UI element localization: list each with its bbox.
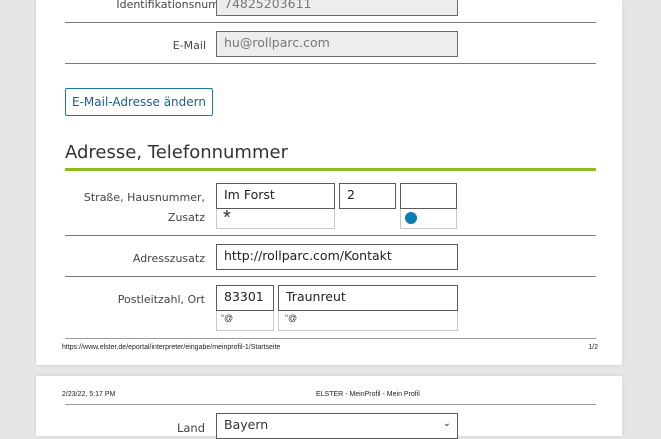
asterisk-icon: * (223, 207, 231, 229)
country-select[interactable]: Bayern ⌄ (216, 413, 458, 439)
house-suffix-extra-box (400, 209, 457, 229)
city-extra-box: “@ (278, 311, 458, 331)
print-title: ELSTER - MeinProfil - Mein Profil (316, 391, 420, 398)
divider (65, 63, 596, 64)
house-number-input[interactable]: 2 (339, 183, 396, 209)
street-label-suffix: Zusatz (167, 211, 205, 224)
email-field[interactable]: hu@rollparc.com (216, 31, 458, 57)
divider (65, 235, 596, 236)
street-extra-box: * (216, 207, 335, 229)
divider (65, 404, 596, 405)
country-label: Land (176, 421, 205, 435)
section-accent-bar (65, 168, 596, 171)
chevron-down-icon: ⌄ (442, 418, 451, 429)
record-dot-icon[interactable] (405, 212, 417, 224)
print-page-2: 2/23/22, 5:17 PM ELSTER - MeinProfil - M… (36, 376, 622, 439)
section-heading: Adresse, Telefonnummer (65, 142, 288, 163)
street-label: Straße, Hausnummer, (83, 191, 205, 204)
print-datetime: 2/23/22, 5:17 PM (62, 391, 116, 398)
print-page-1: Identifikationsnummer 74825203611 E-Mail… (36, 0, 622, 365)
house-suffix-input[interactable] (400, 183, 457, 209)
change-email-button[interactable]: E-Mail-Adresse ändern (65, 88, 213, 116)
divider (65, 22, 596, 23)
divider (65, 338, 596, 339)
at-sign-icon: “@ (221, 313, 234, 323)
postal-city-label: Postleitzahl, Ort (117, 293, 205, 306)
country-selected-value: Bayern (224, 417, 269, 432)
id-number-field[interactable]: 74825203611 (216, 0, 458, 16)
divider (65, 276, 596, 277)
email-label: E-Mail (172, 39, 206, 52)
address-extra-input[interactable]: http://rollparc.com/Kontakt (216, 244, 458, 270)
street-input[interactable]: Im Forst (216, 183, 335, 209)
postal-code-input[interactable]: 83301 (216, 285, 274, 311)
footer-page-number: 1/2 (588, 344, 598, 351)
address-extra-label: Adresszusatz (132, 252, 205, 265)
city-input[interactable]: Traunreut (278, 285, 458, 311)
footer-url[interactable]: https://www.elster.de/eportal/interprete… (62, 344, 280, 351)
at-sign-icon: “@ (285, 313, 298, 323)
postal-code-extra-box: “@ (216, 311, 274, 331)
